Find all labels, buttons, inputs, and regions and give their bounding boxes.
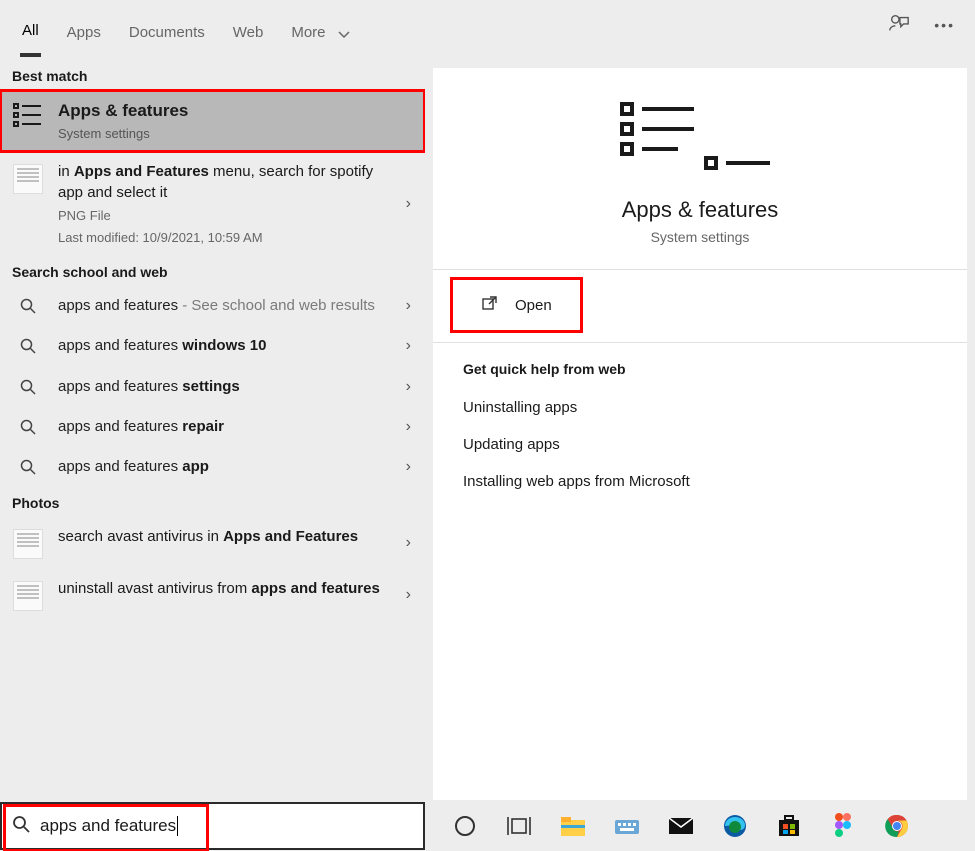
- edge-icon[interactable]: [721, 812, 749, 840]
- mail-icon[interactable]: [667, 812, 695, 840]
- detail-subtitle: System settings: [651, 229, 750, 245]
- scope-tab-more[interactable]: More: [289, 18, 327, 55]
- figma-icon[interactable]: [829, 812, 857, 840]
- chrome-icon[interactable]: [883, 812, 911, 840]
- search-icon: [12, 815, 30, 838]
- cortana-icon[interactable]: [451, 812, 479, 840]
- search-icon: [12, 457, 44, 475]
- result-title: Apps & features: [58, 101, 188, 120]
- scope-tab-all[interactable]: All: [20, 16, 41, 57]
- photo-result-2[interactable]: uninstall avast antivirus from apps and …: [0, 569, 425, 621]
- chevron-right-icon[interactable]: ›: [406, 418, 411, 436]
- web-suggest-1[interactable]: apps and features - See school and web r…: [0, 286, 425, 326]
- feedback-icon[interactable]: [888, 12, 910, 37]
- web-suggest-4[interactable]: apps and features repair ›: [0, 407, 425, 447]
- apps-features-large-icon: [618, 98, 782, 177]
- group-photos: Photos: [0, 487, 425, 517]
- scope-tab-apps[interactable]: Apps: [65, 18, 103, 55]
- results-pane: Best match Apps & features System settin…: [0, 60, 425, 800]
- detail-title: Apps & features: [622, 197, 779, 223]
- web-suggest-3[interactable]: apps and features settings ›: [0, 367, 425, 407]
- result-apps-and-features[interactable]: Apps & features System settings: [0, 90, 425, 152]
- quick-link-install-web[interactable]: Installing web apps from Microsoft: [433, 463, 967, 500]
- chevron-right-icon[interactable]: ›: [406, 586, 411, 604]
- file-thumbnail-icon: [12, 579, 44, 611]
- result-png-file[interactable]: in Apps and Features menu, search for sp…: [0, 152, 425, 256]
- search-icon: [12, 377, 44, 395]
- scope-tab-web[interactable]: Web: [231, 18, 266, 55]
- scope-tab-documents[interactable]: Documents: [127, 18, 207, 55]
- microsoft-store-icon[interactable]: [775, 812, 803, 840]
- chevron-right-icon[interactable]: ›: [406, 195, 411, 213]
- web-suggest-2[interactable]: apps and features windows 10 ›: [0, 326, 425, 366]
- file-thumbnail-icon: [12, 527, 44, 559]
- quick-help-title: Get quick help from web: [433, 343, 967, 389]
- quick-link-uninstall[interactable]: Uninstalling apps: [433, 389, 967, 426]
- search-value: apps and features: [40, 816, 176, 835]
- chevron-right-icon[interactable]: ›: [406, 534, 411, 552]
- file-explorer-icon[interactable]: [559, 812, 587, 840]
- quick-link-update[interactable]: Updating apps: [433, 426, 967, 463]
- search-icon: [12, 417, 44, 435]
- task-view-icon[interactable]: [505, 812, 533, 840]
- file-type: PNG File: [58, 207, 383, 225]
- photo-result-1[interactable]: search avast antivirus in Apps and Featu…: [0, 517, 425, 569]
- open-label: Open: [515, 297, 552, 314]
- detail-pane: Apps & features System settings Open Get…: [433, 68, 967, 800]
- open-external-icon: [481, 294, 499, 316]
- group-best-match: Best match: [0, 60, 425, 90]
- taskbar: apps and features: [0, 801, 975, 851]
- file-modified: Last modified: 10/9/2021, 10:59 AM: [58, 229, 383, 247]
- chevron-right-icon[interactable]: ›: [406, 337, 411, 355]
- file-thumbnail-icon: [12, 162, 44, 194]
- group-search-web: Search school and web: [0, 256, 425, 286]
- chevron-right-icon[interactable]: ›: [406, 458, 411, 476]
- chevron-right-icon[interactable]: ›: [406, 297, 411, 315]
- more-options-icon[interactable]: •••: [934, 17, 955, 33]
- search-icon: [12, 336, 44, 354]
- keyboard-icon[interactable]: [613, 812, 641, 840]
- open-button[interactable]: Open: [453, 280, 580, 330]
- result-subtitle: System settings: [58, 125, 383, 143]
- web-suggest-5[interactable]: apps and features app ›: [0, 447, 425, 487]
- apps-features-list-icon: [12, 100, 44, 128]
- chevron-right-icon[interactable]: ›: [406, 378, 411, 396]
- search-scope-tabs: All Apps Documents Web More •••: [0, 0, 975, 60]
- search-input[interactable]: apps and features: [0, 802, 425, 850]
- chevron-down-icon: [338, 28, 350, 44]
- search-icon: [12, 296, 44, 314]
